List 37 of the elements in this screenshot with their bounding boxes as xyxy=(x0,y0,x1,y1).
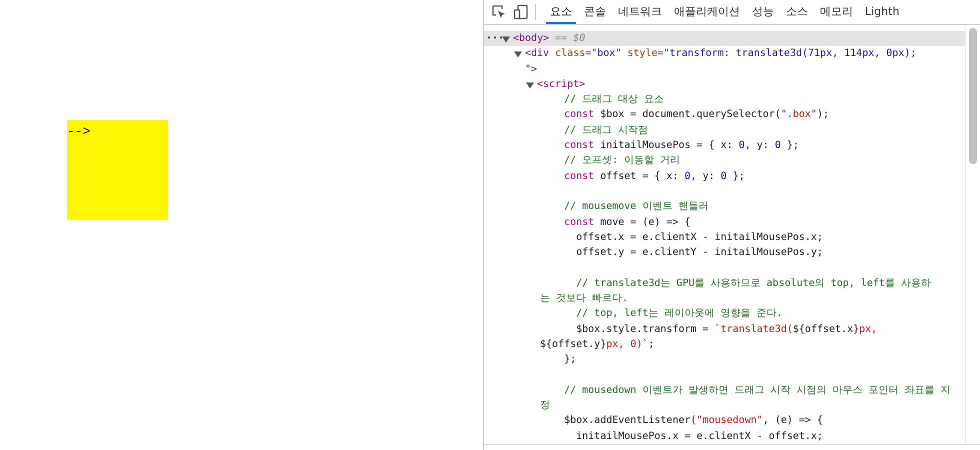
dom-row[interactable]: "> xyxy=(484,62,965,77)
code-line: // translate3d는 GPU를 사용하므로 absolute의 top, left를 사용하 xyxy=(575,276,931,291)
box-text: --> xyxy=(67,124,90,139)
code-line: const move = (e) => { xyxy=(563,216,691,230)
code-line: 정 xyxy=(540,399,550,414)
code-line: initailMousePos.x = e.clientX - offset.x; xyxy=(575,430,823,444)
code-line: 는 것보다 빠르다. xyxy=(540,292,628,306)
dom-row[interactable]: <div class="box" style="transform: translate3d(71px, 114px, 0px); xyxy=(484,46,965,62)
devtools-tab[interactable]: 소스 xyxy=(782,0,812,24)
devtools-tab[interactable]: 요소 xyxy=(546,0,576,24)
devtools-tab[interactable]: 네트워크 xyxy=(614,0,666,24)
devtools-tab[interactable]: 성능 xyxy=(748,0,778,24)
code-line: // mousedown 이벤트가 발생하면 드래그 시작 시점의 마우스 포인터 좌표를 지 xyxy=(563,384,951,398)
code-line: const $box = document.querySelector(".box"); xyxy=(563,108,829,122)
devtools-tab[interactable]: 콘솔 xyxy=(580,0,610,24)
code-line: // 드래그 시작점 xyxy=(563,124,648,138)
code-line: // 드래그 대상 요소 xyxy=(563,93,664,108)
device-toolbar-icon[interactable] xyxy=(513,4,529,20)
code-line: $box.addEventListener("mousedown", (e) => { xyxy=(563,414,823,428)
code-line: offset.x = e.clientX - initailMousePos.x; xyxy=(575,230,823,245)
devtools-tab[interactable]: 애플리케이션 xyxy=(670,0,744,24)
code-line: }; xyxy=(563,353,576,368)
code-line: const offset = { x: 0, y: 0 }; xyxy=(563,170,745,184)
code-line: // 오프셋: 이동할 거리 xyxy=(563,154,680,168)
dom-row[interactable]: ··· <body> == $0 xyxy=(484,31,965,46)
code-line: const initailMousePos = { x: 0, y: 0 }; xyxy=(563,139,799,154)
expand-triangle-icon[interactable] xyxy=(526,80,534,89)
devtools-tab[interactable]: 메모리 xyxy=(816,0,857,24)
more-dots[interactable]: ··· xyxy=(486,31,500,46)
dom-row[interactable]: <script> xyxy=(484,76,965,92)
devtools-tab[interactable]: Lighth xyxy=(861,0,904,24)
code-line: // mousemove 이벤트 핸들러 xyxy=(563,200,708,214)
code-line: $box.style.transform = `translate3d(${offset.x}px, xyxy=(575,322,878,337)
code-line: ${offset.y}px, 0)`; xyxy=(540,338,654,352)
code-line: // top, left는 레이아웃에 영향을 준다. xyxy=(575,307,782,322)
code-line: offset.y = e.clientY - initailMousePos.y; xyxy=(575,246,823,260)
inspect-icon[interactable] xyxy=(491,4,507,20)
